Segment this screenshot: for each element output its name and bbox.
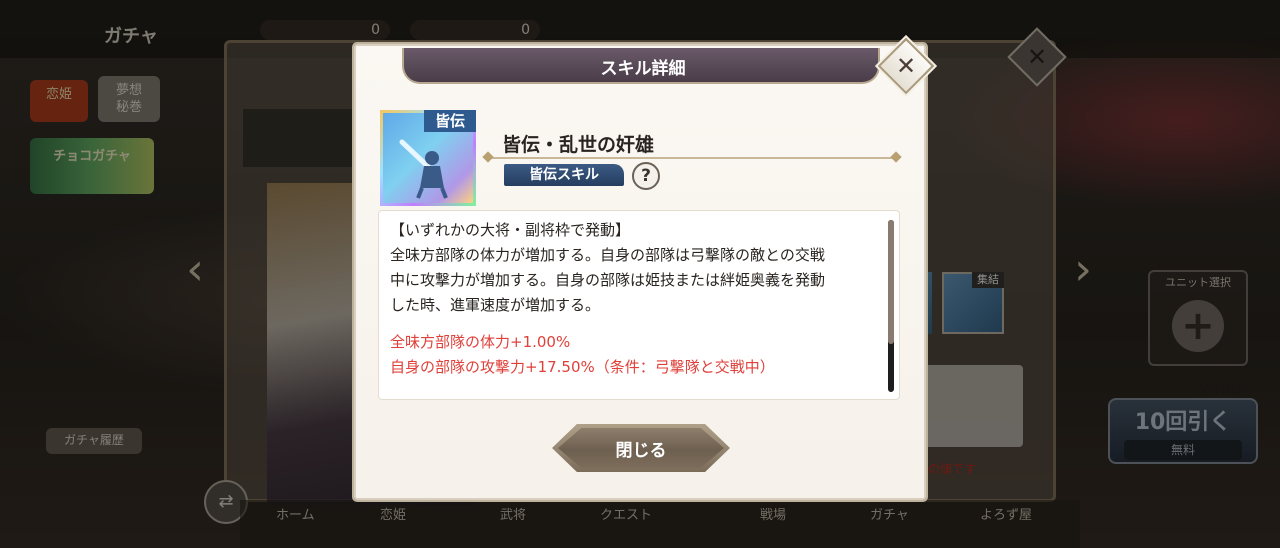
description-line: 【いずれかの大将・副将枠で発動】: [390, 221, 631, 239]
description-line: 中に攻撃力が増加する。自身の部隊は姫技または絆姫奥義を発動: [390, 271, 826, 289]
description-line: 全味方部隊の体力が増加する。自身の部隊は弓撃隊の敵との交戦: [390, 246, 825, 264]
scrollbar-thumb[interactable]: [888, 220, 894, 344]
modal-header: スキル詳細: [402, 48, 880, 84]
help-button[interactable]: ?: [632, 162, 660, 190]
skill-type-badge: 皆伝スキル: [504, 164, 624, 186]
warrior-icon: [399, 139, 448, 199]
skill-description: 【いずれかの大将・副将枠で発動】 全味方部隊の体力が増加する。自身の部隊は弓撃隊…: [390, 218, 884, 318]
modal-title: スキル詳細: [600, 59, 686, 79]
skill-name: 皆伝・乱世の奸雄: [502, 134, 655, 156]
close-button-label[interactable]: 閉じる: [552, 436, 730, 461]
close-icon: ✕: [895, 52, 917, 80]
description-line: した時、進軍速度が増加する。: [390, 296, 601, 314]
skill-icon-tag: 皆伝: [424, 110, 476, 132]
effect-line: 全味方部隊の体力+1.00%: [390, 333, 571, 351]
effect-line: 自身の部隊の攻撃力+17.50%（条件：弓撃隊と交戦中）: [390, 358, 775, 376]
divider: [486, 157, 900, 159]
skill-effects: 全味方部隊の体力+1.00% 自身の部隊の攻撃力+17.50%（条件：弓撃隊と交…: [390, 330, 884, 380]
